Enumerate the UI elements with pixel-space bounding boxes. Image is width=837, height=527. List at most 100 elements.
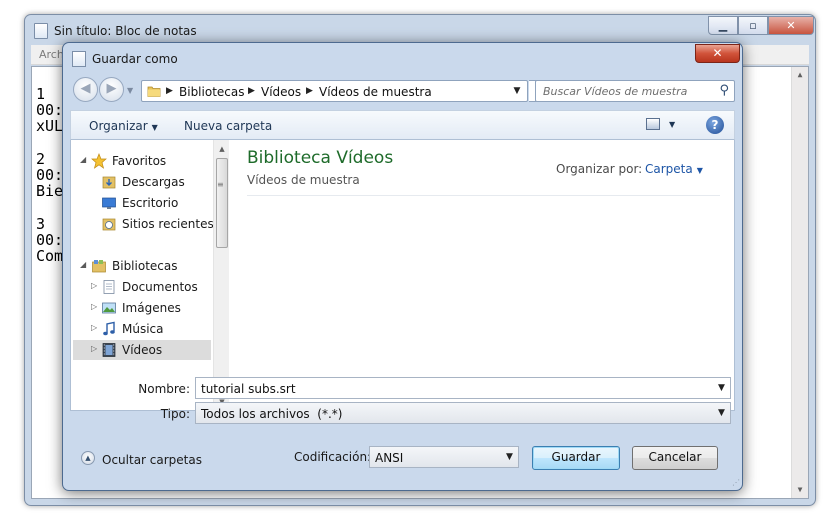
notepad-line: 00: bbox=[36, 230, 64, 249]
libraries-icon bbox=[92, 260, 106, 273]
notepad-scrollbar[interactable]: ▲ ▼ bbox=[791, 67, 808, 498]
browser-panes: ◢ Favoritos Descargas Escritorio Sitios … bbox=[70, 140, 735, 411]
resize-grip-icon[interactable]: ⋰ bbox=[732, 478, 740, 487]
notepad-line: Com bbox=[36, 246, 64, 265]
scroll-thumb[interactable] bbox=[216, 158, 228, 248]
file-name-value: tutorial subs.srt bbox=[201, 382, 296, 396]
scroll-down-icon[interactable]: ▼ bbox=[792, 482, 808, 498]
nav-label-favoritos: Favoritos bbox=[112, 154, 167, 168]
arrange-by-dropdown[interactable]: Carpeta ▼ bbox=[645, 162, 703, 176]
content-pane[interactable]: Biblioteca Vídeos Vídeos de muestra Orga… bbox=[230, 140, 736, 410]
file-type-select[interactable]: Todos los archivos (*.*) ▼ bbox=[195, 402, 731, 424]
change-view-icon[interactable] bbox=[646, 118, 660, 130]
save-button[interactable]: Guardar bbox=[532, 446, 620, 470]
back-button[interactable]: ◀ bbox=[73, 77, 98, 102]
music-note-icon bbox=[103, 321, 115, 336]
notepad-line: xUL bbox=[36, 117, 64, 136]
cancel-button[interactable]: Cancelar bbox=[632, 446, 718, 470]
notepad-titlebar[interactable]: Sin título: Bloc de notas ▁ ▫ ✕ bbox=[25, 15, 815, 45]
minimize-button[interactable]: ▁ bbox=[708, 16, 738, 35]
chevron-down-icon: ▼ bbox=[696, 166, 703, 175]
nav-label-imagenes: Imágenes bbox=[122, 301, 181, 315]
nav-item-bibliotecas[interactable]: ◢ Bibliotecas bbox=[71, 256, 211, 276]
crumb-bibliotecas[interactable]: Bibliotecas bbox=[179, 85, 244, 99]
crumb-separator-icon[interactable]: ▶ bbox=[166, 86, 173, 96]
content-divider bbox=[247, 195, 720, 196]
encoding-value: ANSI bbox=[375, 451, 404, 465]
encoding-label: Codificación: bbox=[294, 450, 372, 464]
expanded-arrow-icon[interactable]: ◢ bbox=[80, 155, 86, 164]
file-name-combobox[interactable]: tutorial subs.srt ▼ bbox=[195, 377, 731, 399]
documents-icon bbox=[103, 280, 115, 294]
maximize-button[interactable]: ▫ bbox=[738, 16, 768, 35]
notepad-line bbox=[36, 199, 63, 215]
history-dropdown-icon[interactable]: ▼ bbox=[127, 86, 133, 95]
folder-icon bbox=[147, 86, 161, 97]
dialog-close-button[interactable]: ✕ bbox=[695, 44, 740, 63]
search-input[interactable] bbox=[536, 81, 712, 101]
notepad-line: 00: bbox=[36, 101, 64, 120]
arrow-left-icon: ◀ bbox=[80, 81, 91, 96]
search-icon[interactable]: ⚲ bbox=[719, 83, 729, 98]
file-type-value: Todos los archivos (*.*) bbox=[201, 407, 343, 421]
notepad-line: 1 bbox=[36, 85, 46, 103]
chevron-down-icon[interactable]: ▼ bbox=[713, 378, 730, 398]
nav-item-videos[interactable]: ▷ Vídeos bbox=[73, 340, 211, 360]
arrange-by-value: Carpeta bbox=[645, 162, 693, 176]
encoding-select[interactable]: ANSI ▼ bbox=[369, 446, 519, 468]
notepad-close-button[interactable]: ✕ bbox=[768, 16, 814, 35]
chevron-down-icon[interactable]: ▼ bbox=[669, 120, 675, 129]
new-folder-button[interactable]: Nueva carpeta bbox=[184, 119, 272, 133]
notepad-line: 00: bbox=[36, 165, 64, 184]
nav-item-escritorio[interactable]: Escritorio bbox=[71, 193, 211, 213]
crumb-separator-icon[interactable]: ▶ bbox=[306, 86, 313, 96]
collapsed-arrow-icon[interactable]: ▷ bbox=[91, 323, 97, 332]
video-film-icon bbox=[102, 343, 116, 357]
desktop-icon bbox=[102, 197, 116, 209]
library-title: Biblioteca Vídeos bbox=[247, 148, 394, 168]
forward-button[interactable]: ▶ bbox=[99, 77, 124, 102]
hide-folders-link[interactable]: Ocultar carpetas bbox=[102, 453, 202, 467]
nav-item-imagenes[interactable]: ▷ Imágenes bbox=[71, 298, 211, 318]
navigation-scrollbar[interactable]: ▲ ≡ ▼ bbox=[213, 140, 229, 410]
collapsed-arrow-icon[interactable]: ▷ bbox=[91, 344, 97, 353]
library-subtitle: Vídeos de muestra bbox=[247, 173, 360, 187]
menu-archivo[interactable]: Arch bbox=[39, 48, 64, 61]
nav-label-bibliotecas: Bibliotecas bbox=[112, 259, 178, 273]
help-icon[interactable]: ? bbox=[706, 116, 724, 134]
dialog-notepad-icon bbox=[72, 51, 86, 67]
hide-folders-icon[interactable]: ▲ bbox=[81, 451, 95, 465]
arrange-by-label: Organizar por: bbox=[556, 162, 643, 176]
chevron-down-icon[interactable]: ▼ bbox=[509, 81, 525, 101]
grip-icon: ≡ bbox=[217, 180, 224, 189]
collapsed-arrow-icon[interactable]: ▷ bbox=[91, 281, 97, 290]
notepad-lines: 1 00: xUL 2 00: Bie 3 00: Com bbox=[36, 86, 63, 264]
notepad-line: Bie bbox=[36, 182, 64, 201]
save-as-dialog: Guardar como ✕ ◀ ▶ ▼ ▶ Bibliotecas ▶ Víd… bbox=[62, 42, 743, 491]
scroll-up-icon[interactable]: ▲ bbox=[792, 67, 808, 83]
nav-item-descargas[interactable]: Descargas bbox=[71, 172, 211, 192]
notepad-line bbox=[36, 135, 63, 151]
nav-item-favoritos[interactable]: ◢ Favoritos bbox=[71, 151, 211, 171]
nav-item-sitios-recientes[interactable]: Sitios recientes bbox=[71, 214, 214, 234]
command-toolbar: Organizar ▼ Nueva carpeta ▼ ? bbox=[70, 110, 735, 140]
notepad-line: 3 bbox=[36, 214, 46, 233]
dialog-title: Guardar como bbox=[92, 52, 178, 66]
address-bar[interactable]: ▶ Bibliotecas ▶ Vídeos ▶ Vídeos de muest… bbox=[141, 80, 528, 102]
nav-item-musica[interactable]: ▷ Música bbox=[71, 319, 211, 339]
expanded-arrow-icon[interactable]: ◢ bbox=[80, 260, 86, 269]
nav-label-documentos: Documentos bbox=[122, 280, 198, 294]
name-label: Nombre: bbox=[138, 382, 190, 396]
search-box[interactable]: ⚲ bbox=[535, 80, 735, 102]
chevron-down-icon[interactable]: ▼ bbox=[501, 447, 518, 467]
scroll-up-icon[interactable]: ▲ bbox=[214, 145, 230, 153]
collapsed-arrow-icon[interactable]: ▷ bbox=[91, 302, 97, 311]
arrow-right-icon: ▶ bbox=[106, 81, 117, 96]
nav-item-documentos[interactable]: ▷ Documentos bbox=[71, 277, 211, 297]
chevron-down-icon[interactable]: ▼ bbox=[713, 403, 730, 423]
crumb-videos-de-muestra[interactable]: Vídeos de muestra bbox=[319, 85, 432, 99]
organize-button[interactable]: Organizar ▼ bbox=[89, 119, 158, 133]
pictures-icon bbox=[102, 302, 116, 314]
crumb-videos[interactable]: Vídeos bbox=[261, 85, 301, 99]
crumb-separator-icon[interactable]: ▶ bbox=[248, 86, 255, 96]
